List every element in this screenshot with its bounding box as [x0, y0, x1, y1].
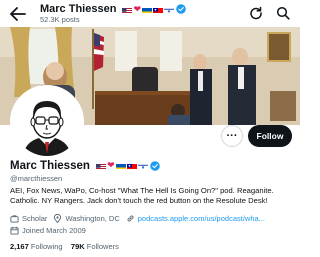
location-pin-icon: [54, 214, 62, 223]
back-arrow-icon[interactable]: [10, 7, 26, 21]
profile-name: Marc Thiessen ❤: [10, 160, 160, 172]
red-heart-icon: ❤: [133, 3, 142, 14]
website-item[interactable]: podcasts.apple.com/us/podcast/wha...: [126, 214, 265, 223]
taiwan-flag-icon: [153, 6, 164, 13]
following-link[interactable]: 2,167 Following: [10, 242, 63, 251]
taiwan-flag-icon: [126, 162, 137, 170]
calendar-icon: [10, 226, 19, 235]
verified-badge-icon: [176, 4, 186, 14]
name-emoji-row: ❤: [96, 161, 160, 171]
verified-badge-icon: [149, 161, 160, 171]
joined-label: Joined March 2009: [22, 226, 86, 235]
more-options-button[interactable]: ···: [221, 125, 243, 147]
joined-item: Joined March 2009: [10, 226, 86, 235]
profile-avatar[interactable]: [10, 85, 84, 159]
header-title: Marc Thiessen ❤: [40, 3, 186, 15]
profile-handle: @marcthiessen: [10, 174, 63, 183]
website-link[interactable]: podcasts.apple.com/us/podcast/wha...: [138, 214, 265, 223]
posts-count: 52.3K posts: [40, 15, 80, 24]
briefcase-icon: [10, 215, 19, 223]
followers-label: Followers: [86, 242, 119, 251]
search-icon[interactable]: [276, 6, 290, 20]
name-emoji-row: ❤: [122, 4, 186, 14]
top-bar: Marc Thiessen ❤ 52.3K posts: [0, 0, 300, 27]
followers-count: 79K: [70, 242, 85, 251]
us-flag-icon: [122, 6, 133, 13]
category-label: Scholar: [22, 214, 48, 223]
us-flag-icon: [96, 162, 107, 170]
follow-button[interactable]: Follow: [248, 125, 292, 147]
refresh-icon[interactable]: [249, 6, 263, 20]
ukraine-flag-icon: [115, 162, 126, 170]
avatar-illustration: [13, 88, 81, 156]
profile-bio: AEI, Fox News, WaPo, Co-host "What The H…: [10, 186, 274, 206]
joined-row: Joined March 2009: [10, 226, 92, 235]
israel-flag-icon: [137, 162, 148, 170]
follow-stats: 2,167 Following 79K Followers: [10, 242, 119, 251]
following-count: 2,167: [10, 242, 29, 251]
ukraine-flag-icon: [142, 6, 153, 13]
red-heart-icon: ❤: [107, 160, 115, 171]
followers-link[interactable]: 79K Followers: [71, 242, 119, 251]
location-item: Washington, DC: [53, 214, 120, 223]
category-item: Scholar: [10, 214, 47, 223]
profile-meta-row: Scholar Washington, DC podcasts.apple.co…: [10, 214, 271, 223]
israel-flag-icon: [164, 6, 175, 13]
link-icon: [127, 215, 134, 222]
following-label: Following: [30, 242, 63, 251]
location-label: Washington, DC: [65, 214, 120, 223]
